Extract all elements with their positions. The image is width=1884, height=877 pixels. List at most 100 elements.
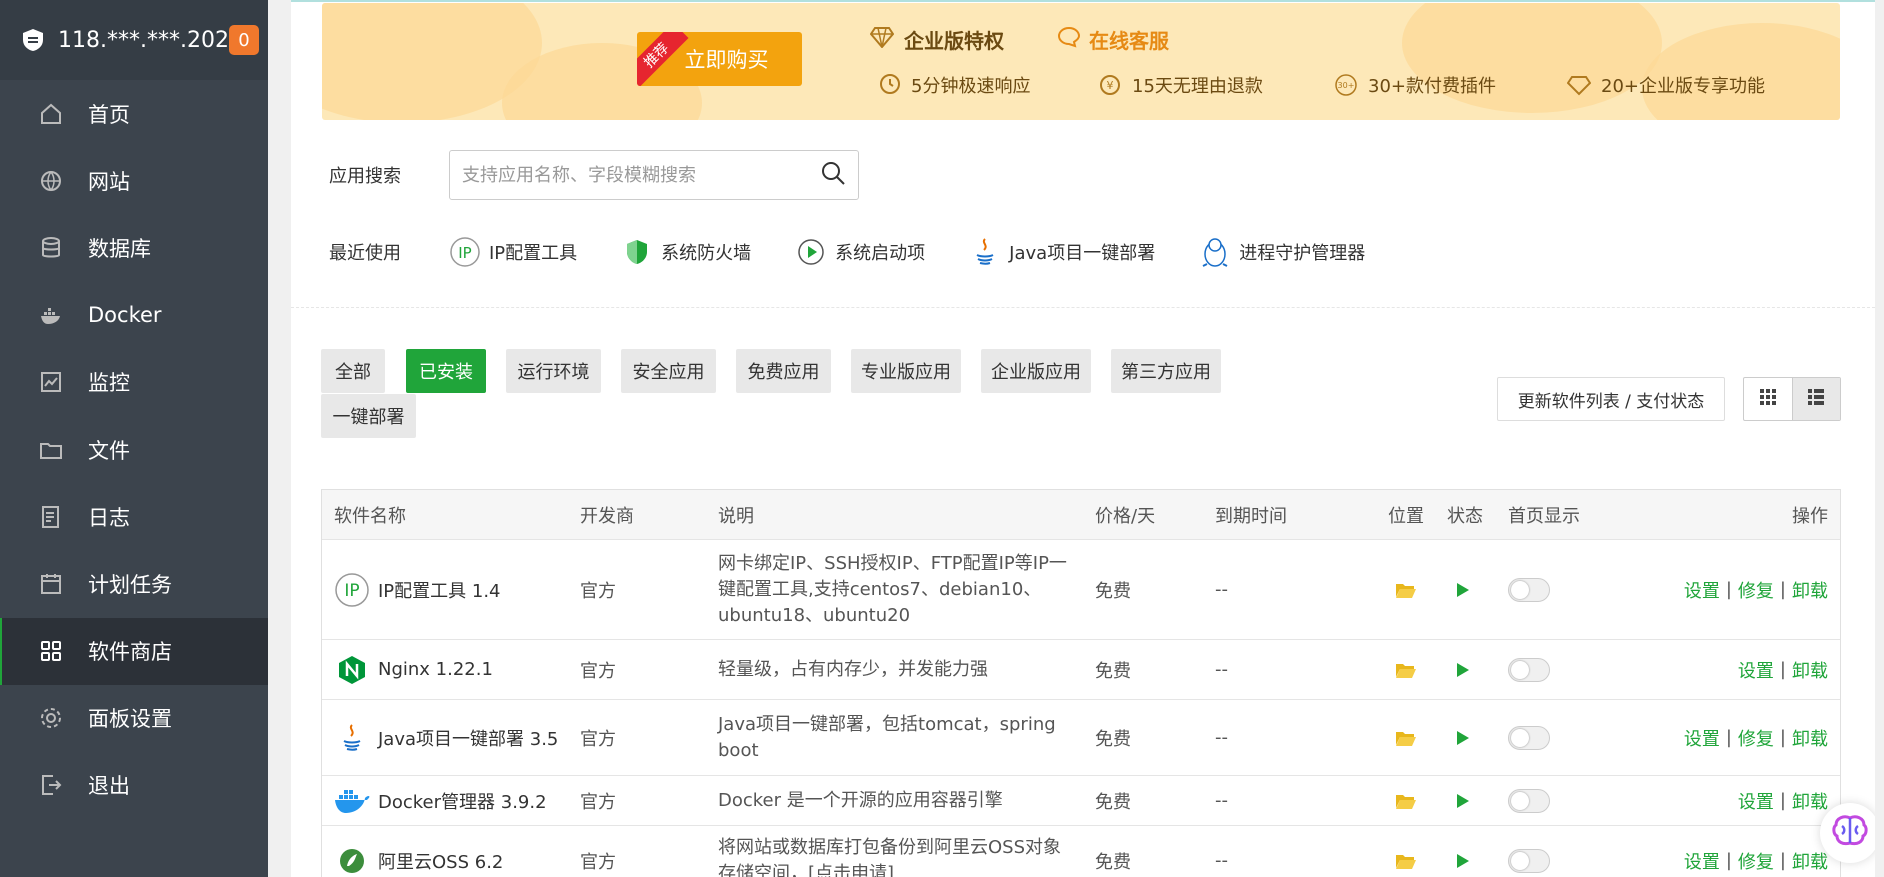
recent-item-process-guard[interactable]: 进程守护管理器 bbox=[1199, 236, 1365, 268]
op-link[interactable]: 修复 bbox=[1738, 848, 1774, 874]
header-home: 首页显示 bbox=[1508, 505, 1580, 527]
sidebar-item-2[interactable]: 数据库 bbox=[0, 214, 268, 281]
notification-badge[interactable]: 0 bbox=[228, 25, 259, 55]
toggle-switch[interactable] bbox=[1508, 657, 1550, 682]
sidebar-item-10[interactable]: 退出 bbox=[0, 752, 268, 819]
recent-item-firewall[interactable]: 系统防火墙 bbox=[621, 236, 751, 268]
open-folder-icon[interactable] bbox=[1395, 640, 1417, 699]
search-icon[interactable] bbox=[820, 160, 846, 190]
software-name-cell: Docker管理器 3.9.2 bbox=[334, 776, 547, 825]
toggle-switch[interactable] bbox=[1508, 788, 1550, 813]
open-folder-icon[interactable] bbox=[1395, 826, 1417, 877]
sidebar-menu: 首页 网站 数据库 Docker 监控文件日志计划任务 软件商店 面板设置 退出 bbox=[0, 80, 268, 820]
op-link[interactable]: 设置 bbox=[1738, 788, 1774, 814]
svg-text:IP: IP bbox=[344, 581, 359, 601]
op-link[interactable]: 修复 bbox=[1738, 725, 1774, 751]
online-service-link[interactable]: 在线客服 bbox=[1057, 25, 1169, 54]
sidebar-item-label: 监控 bbox=[88, 371, 130, 396]
open-folder-icon[interactable] bbox=[1395, 540, 1417, 639]
search-input[interactable] bbox=[462, 164, 820, 186]
op-link[interactable]: 修复 bbox=[1738, 577, 1774, 603]
sidebar-item-6[interactable]: 日志 bbox=[0, 483, 268, 550]
op-link[interactable]: 卸载 bbox=[1792, 657, 1828, 683]
operations: 设置 | 卸载 bbox=[1738, 776, 1828, 825]
homepage-toggle[interactable] bbox=[1508, 540, 1550, 639]
category-tab[interactable]: 第三方应用 bbox=[1111, 349, 1221, 393]
price: 免费 bbox=[1095, 791, 1131, 813]
category-tab[interactable]: 运行环境 bbox=[506, 349, 601, 393]
op-link[interactable]: 设置 bbox=[1684, 725, 1720, 751]
buy-now-button[interactable]: 推荐 立即购买 bbox=[637, 32, 802, 86]
header-expire[interactable]: 到期时间 bbox=[1215, 490, 1287, 539]
header-name[interactable]: 软件名称 bbox=[334, 490, 406, 539]
software-name[interactable]: 阿里云OSS 6.2 bbox=[378, 848, 503, 874]
recent-item-startup[interactable]: 系统启动项 bbox=[795, 236, 925, 268]
op-link[interactable]: 设置 bbox=[1738, 657, 1774, 683]
software-name[interactable]: Docker管理器 3.9.2 bbox=[378, 788, 547, 814]
feature-text: 20+企业版专享功能 bbox=[1601, 76, 1765, 97]
grid-view-button[interactable] bbox=[1744, 378, 1792, 420]
java-icon bbox=[334, 720, 370, 756]
software-name[interactable]: Nginx 1.22.1 bbox=[378, 659, 493, 680]
op-link[interactable]: 卸载 bbox=[1792, 577, 1828, 603]
running-play-icon[interactable] bbox=[1455, 826, 1471, 877]
play-circle-icon bbox=[795, 236, 827, 268]
category-tab[interactable]: 安全应用 bbox=[621, 349, 716, 393]
brain-icon bbox=[1831, 814, 1869, 852]
operations: 设置 | 修复 | 卸载 bbox=[1684, 700, 1828, 775]
sidebar-item-label: 日志 bbox=[88, 505, 130, 530]
homepage-toggle[interactable] bbox=[1508, 776, 1550, 825]
sidebar-item-1[interactable]: 网站 bbox=[0, 147, 268, 214]
homepage-toggle[interactable] bbox=[1508, 826, 1550, 877]
sidebar-item-0[interactable]: 首页 bbox=[0, 80, 268, 147]
running-play-icon[interactable] bbox=[1455, 700, 1471, 775]
refresh-list-button[interactable]: 更新软件列表 / 支付状态 bbox=[1497, 377, 1725, 421]
running-play-icon[interactable] bbox=[1455, 776, 1471, 825]
shield-icon bbox=[621, 236, 653, 268]
header-price[interactable]: 价格/天 bbox=[1095, 490, 1155, 539]
recent-item-ip-config[interactable]: IP IP配置工具 bbox=[449, 236, 577, 268]
category-tab[interactable]: 企业版应用 bbox=[981, 349, 1091, 393]
category-tab[interactable]: 免费应用 bbox=[736, 349, 831, 393]
op-link[interactable]: 卸载 bbox=[1792, 725, 1828, 751]
search-box[interactable] bbox=[449, 150, 859, 200]
software-name[interactable]: Java项目一键部署 3.5 bbox=[378, 725, 558, 751]
sidebar-item-label: Docker bbox=[88, 303, 162, 328]
op-link[interactable]: 卸载 bbox=[1792, 788, 1828, 814]
software-name-cell: 阿里云OSS 6.2 bbox=[334, 826, 503, 877]
toggle-switch[interactable] bbox=[1508, 725, 1550, 750]
refund-icon: ¥ bbox=[1098, 73, 1122, 97]
running-play-icon[interactable] bbox=[1455, 640, 1471, 699]
ai-assistant-button[interactable] bbox=[1820, 803, 1875, 863]
recent-item-label: 系统防火墙 bbox=[661, 243, 752, 264]
list-view-button[interactable] bbox=[1791, 378, 1840, 420]
open-folder-icon[interactable] bbox=[1395, 700, 1417, 775]
sidebar-item-4[interactable]: 监控 bbox=[0, 349, 268, 416]
sidebar-item-3[interactable]: Docker bbox=[0, 282, 268, 349]
open-folder-icon[interactable] bbox=[1395, 776, 1417, 825]
op-link[interactable]: 设置 bbox=[1684, 577, 1720, 603]
toggle-switch[interactable] bbox=[1508, 577, 1550, 602]
recent-item-java-deploy[interactable]: Java项目一键部署 bbox=[969, 236, 1155, 268]
category-tab[interactable]: 已安装 bbox=[406, 349, 486, 393]
toggle-switch[interactable] bbox=[1508, 848, 1550, 873]
homepage-toggle[interactable] bbox=[1508, 700, 1550, 775]
category-tab[interactable]: 一键部署 bbox=[321, 394, 416, 438]
sidebar-item-5[interactable]: 文件 bbox=[0, 416, 268, 483]
sidebar-item-9[interactable]: 面板设置 bbox=[0, 685, 268, 752]
feature-fast-response: 5分钟极速响应 bbox=[877, 72, 1030, 98]
developer: 官方 bbox=[580, 791, 616, 813]
category-tab[interactable]: 全部 bbox=[321, 349, 385, 393]
sidebar-item-8[interactable]: 软件商店 bbox=[0, 617, 268, 685]
diamond-icon bbox=[869, 26, 895, 53]
op-link[interactable]: 设置 bbox=[1684, 848, 1720, 874]
gear-icon bbox=[38, 705, 64, 731]
running-play-icon[interactable] bbox=[1455, 540, 1471, 639]
op-link[interactable]: 卸载 bbox=[1792, 848, 1828, 874]
expire-time: -- bbox=[1215, 727, 1228, 748]
category-tab[interactable]: 专业版应用 bbox=[851, 349, 961, 393]
software-name[interactable]: IP配置工具 1.4 bbox=[378, 577, 501, 603]
sidebar-item-7[interactable]: 计划任务 bbox=[0, 550, 268, 617]
software-name-cell: Java项目一键部署 3.5 bbox=[334, 700, 558, 775]
homepage-toggle[interactable] bbox=[1508, 640, 1550, 699]
